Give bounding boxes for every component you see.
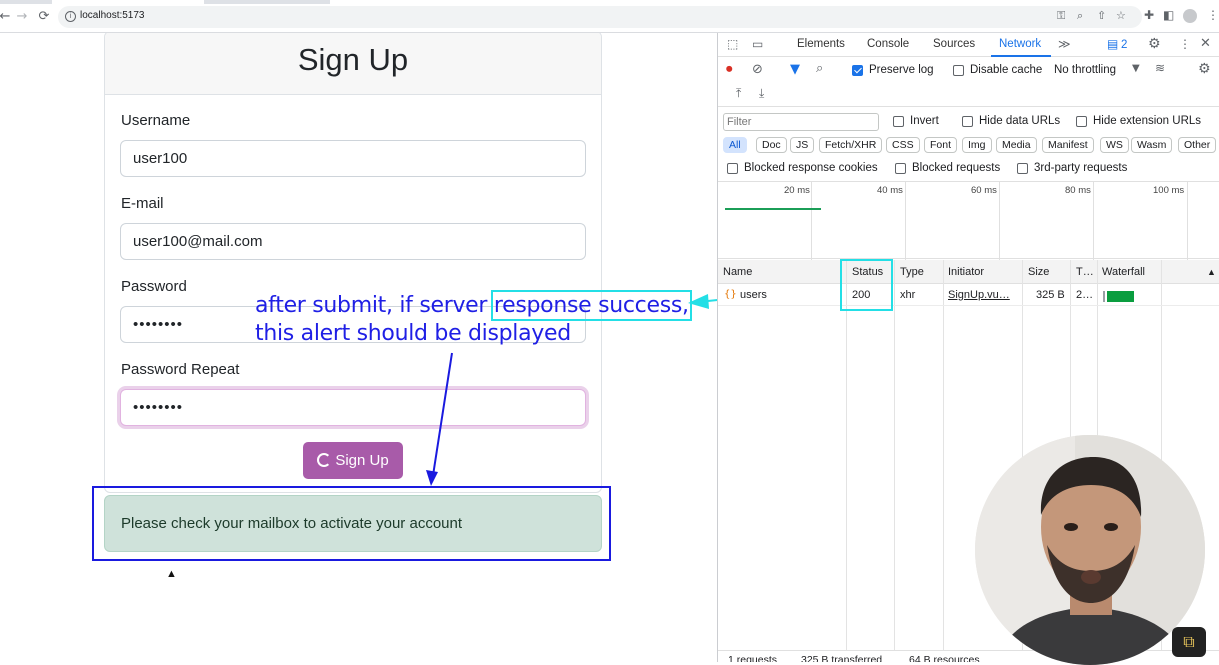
timeline-tick: 100 ms (1153, 185, 1185, 196)
device-toolbar-icon[interactable]: ▭ (752, 37, 763, 51)
devtools-menu-icon[interactable]: ⋮ (1179, 37, 1191, 51)
presenter-video-image (975, 435, 1205, 665)
settings-gear-icon[interactable]: ⚙ (1148, 36, 1161, 52)
hide-extension-urls-label: Hide extension URLs (1093, 115, 1202, 127)
preserve-log-label: Preserve log (869, 64, 934, 76)
devtools-tabbar: ⬚ ▭ Elements Console Sources Network ≫ ▤… (718, 33, 1219, 57)
preserve-log-checkbox[interactable] (852, 65, 863, 76)
import-export-bar: ⤒ ⤓ (718, 83, 1219, 107)
timeline-tick: 80 ms (1065, 185, 1091, 196)
column-time[interactable]: T… (1076, 266, 1094, 278)
request-size: 325 B (1036, 289, 1065, 301)
type-filter-font[interactable]: Font (924, 137, 958, 153)
chevron-down-icon[interactable]: ▼ (1132, 63, 1140, 74)
summary-transferred: 325 B transferred (801, 654, 883, 662)
type-filter-fetch-xhr[interactable]: Fetch/XHR (819, 137, 883, 153)
summary-requests: 1 requests (728, 654, 778, 662)
export-har-icon[interactable]: ⤓ (759, 86, 764, 101)
type-filter-img[interactable]: Img (962, 137, 992, 153)
annotation-status-highlight (840, 259, 893, 311)
column-type[interactable]: Type (900, 266, 924, 278)
invert-checkbox[interactable] (893, 116, 904, 127)
tab-console[interactable]: Console (867, 38, 909, 50)
column-name[interactable]: Name (723, 266, 752, 278)
network-settings-icon[interactable]: ⚙ (1198, 61, 1211, 77)
type-filter-doc[interactable]: Doc (756, 137, 787, 153)
picture-in-picture-icon[interactable]: ⧉ (1172, 627, 1206, 657)
network-summary-bar: 1 requests 325 B transferred 64 B resour… (718, 650, 1219, 662)
invert-label: Invert (910, 115, 939, 127)
annotation-arrowhead-cyan (688, 294, 709, 309)
network-conditions-icon[interactable]: ≋ (1155, 61, 1165, 75)
throttling-select[interactable]: No throttling (1054, 64, 1116, 76)
disable-cache-checkbox[interactable] (953, 65, 964, 76)
summary-resources: 64 B resources (909, 654, 980, 662)
hide-extension-urls-checkbox[interactable] (1076, 116, 1087, 127)
blocked-requests-checkbox[interactable] (895, 163, 906, 174)
type-filter-all[interactable]: All (723, 137, 747, 153)
clear-icon[interactable]: ⊘ (752, 62, 763, 77)
request-name[interactable]: users (740, 289, 767, 301)
network-timeline[interactable]: 20 ms 40 ms 60 ms 80 ms 100 ms (718, 181, 1219, 260)
timeline-request-bar (725, 208, 821, 210)
tab-sources[interactable]: Sources (933, 38, 975, 50)
tab-elements[interactable]: Elements (797, 38, 845, 50)
close-devtools-icon[interactable]: ✕ (1200, 36, 1211, 51)
request-initiator-link[interactable]: SignUp.vu… (948, 289, 1010, 301)
request-table-header: Name Status Type Initiator Size T… Water… (718, 260, 1219, 284)
hide-data-urls-label: Hide data URLs (979, 115, 1061, 127)
filter-input[interactable]: Filter (723, 113, 879, 131)
waterfall-queue-bar (1103, 291, 1105, 302)
blocked-cookies-label: Blocked response cookies (744, 162, 878, 174)
import-har-icon[interactable]: ⤒ (736, 86, 741, 101)
issues-count[interactable]: 2 (1121, 39, 1127, 51)
table-row[interactable]: {} users 200 xhr SignUp.vu… 325 B 2… (718, 284, 1219, 306)
request-type: xhr (900, 289, 916, 301)
xhr-icon: {} (724, 289, 737, 300)
type-filter-ws[interactable]: WS (1100, 137, 1129, 153)
column-waterfall[interactable]: Waterfall (1102, 266, 1145, 278)
timeline-tick: 60 ms (971, 185, 997, 196)
webcam-overlay (975, 435, 1205, 665)
type-filter-other[interactable]: Other (1178, 137, 1217, 153)
network-toolbar: ⏺ ⊘ ▼ ⌕ Preserve log Disable cache No th… (718, 58, 1219, 82)
inspect-element-icon[interactable]: ⬚ (727, 37, 738, 51)
annotation-arrowhead-blue (426, 470, 438, 486)
type-filter-js[interactable]: JS (790, 137, 815, 153)
annotation-arrow-down (431, 352, 453, 483)
timeline-tick: 40 ms (877, 185, 903, 196)
blocked-cookies-checkbox[interactable] (727, 163, 738, 174)
tab-network[interactable]: Network (999, 38, 1041, 50)
type-filter-css[interactable]: CSS (886, 137, 920, 153)
type-filter-manifest[interactable]: Manifest (1042, 137, 1094, 153)
record-icon[interactable]: ⏺ (726, 62, 733, 77)
sort-ascending-icon[interactable]: ▲ (1207, 267, 1216, 277)
search-icon[interactable]: ⌕ (816, 61, 823, 76)
filter-icon[interactable]: ▼ (790, 62, 800, 77)
hide-data-urls-checkbox[interactable] (962, 116, 973, 127)
timeline-tick: 20 ms (784, 185, 810, 196)
type-filter-wasm[interactable]: Wasm (1131, 137, 1173, 153)
waterfall-bar (1107, 291, 1134, 302)
request-time: 2… (1076, 289, 1094, 301)
disable-cache-label: Disable cache (970, 64, 1043, 76)
third-party-checkbox[interactable] (1017, 163, 1028, 174)
column-initiator[interactable]: Initiator (948, 266, 984, 278)
column-size[interactable]: Size (1028, 266, 1049, 278)
type-filter-media[interactable]: Media (996, 137, 1037, 153)
third-party-label: 3rd-party requests (1034, 162, 1128, 174)
issues-icon[interactable]: ▤ (1107, 37, 1118, 51)
more-tabs-icon[interactable]: ≫ (1058, 37, 1071, 51)
active-tab-indicator (991, 55, 1051, 57)
blocked-requests-label: Blocked requests (912, 162, 1001, 174)
